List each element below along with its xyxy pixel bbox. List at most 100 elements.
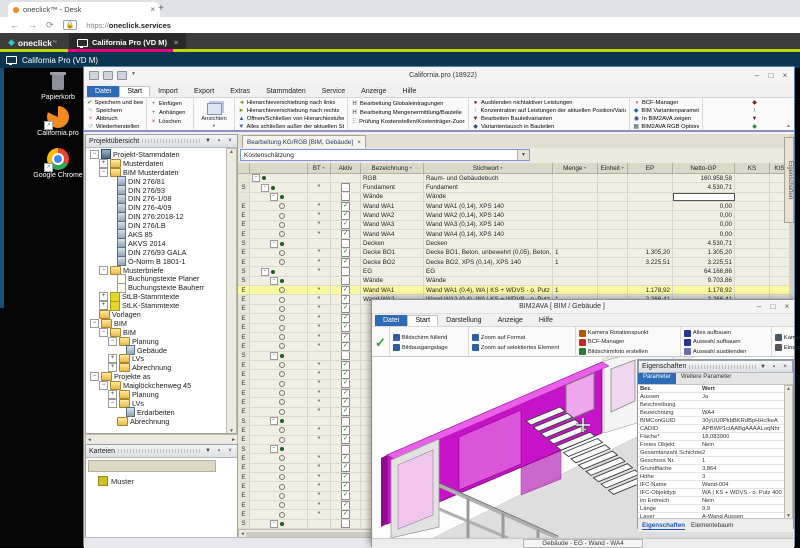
aktiv-cell[interactable]: ✓ — [331, 492, 361, 500]
bezeichnung-cell[interactable]: Wand WA2 — [361, 211, 424, 219]
new-tab-button[interactable]: + — [158, 3, 164, 14]
bezeichnung-cell[interactable]: Wand WA1 — [361, 286, 424, 294]
menge-cell[interactable] — [553, 211, 598, 219]
bim-ribbon-item[interactable]: Kamera Rotationspunkt — [579, 329, 677, 337]
table-row[interactable]: S−WändeWände9.703,86 — [238, 277, 790, 286]
tab-close-icon[interactable]: × — [150, 5, 155, 14]
tree-item[interactable]: −Planung — [88, 337, 227, 346]
tree-expander-icon[interactable]: − — [108, 337, 117, 346]
ribbon-item[interactable]: ►Hierarchieverschiebung nach rechts — [238, 108, 344, 115]
dropdown-icon[interactable]: ▼ — [759, 364, 767, 370]
aktiv-checkbox[interactable]: ✓ — [341, 370, 350, 378]
aktiv-cell[interactable] — [331, 352, 361, 360]
tree-expander-icon[interactable]: − — [99, 328, 108, 337]
bim-ribbon-item[interactable]: Auswahl ausblenden — [684, 348, 768, 356]
aktiv-checkbox[interactable]: ✓ — [341, 361, 350, 369]
bim-ribbon-tab-hilfe[interactable]: Hilfe — [531, 315, 561, 326]
ks-cell[interactable] — [735, 286, 770, 294]
kts-cell[interactable] — [770, 230, 790, 238]
column-header-EP[interactable]: EP — [628, 163, 673, 174]
ks-cell[interactable] — [735, 230, 770, 238]
aktiv-cell[interactable]: ✓ — [331, 221, 361, 229]
hierarchy-cell[interactable] — [250, 249, 308, 257]
column-header-Bezeichnung[interactable]: Bezeichnung▼ — [361, 163, 424, 174]
ribbon-tab-stammdaten[interactable]: Stammdaten — [258, 86, 314, 97]
aktiv-cell[interactable]: ✓ — [331, 389, 361, 397]
property-row[interactable]: Höhe3 — [638, 473, 786, 481]
tree-expander-icon[interactable]: + — [108, 354, 117, 363]
ep-cell[interactable] — [628, 277, 673, 285]
property-row[interactable]: Fläche*18,083900 — [638, 433, 786, 441]
hierarchy-cell[interactable] — [250, 258, 308, 266]
hierarchy-cell[interactable]: − — [250, 445, 308, 453]
tree-item[interactable]: AKS 85 — [88, 230, 227, 239]
hierarchy-cell[interactable] — [250, 380, 308, 388]
bezeichnung-cell[interactable]: Decke BO1 — [361, 249, 424, 257]
bim-ribbon-tab-datei[interactable]: Datei — [375, 315, 407, 326]
tree-item[interactable]: −BIM Musterdaten — [88, 168, 227, 177]
aktiv-cell[interactable] — [331, 174, 361, 182]
dropdown-icon[interactable]: ▼ — [204, 448, 212, 454]
netto-gp-cell[interactable]: 4.530,71 — [673, 183, 735, 191]
tree-item[interactable]: DIN 276/93 — [88, 186, 227, 195]
row-expander-icon[interactable]: − — [261, 184, 269, 192]
hierarchy-cell[interactable] — [250, 221, 308, 229]
kts-cell[interactable] — [770, 286, 790, 294]
column-header-Aktiv[interactable]: Aktiv — [331, 163, 361, 174]
menge-cell[interactable] — [553, 267, 598, 275]
bezeichnung-cell[interactable]: Fundament — [361, 183, 424, 191]
aktiv-cell[interactable]: ✓ — [331, 464, 361, 472]
bezeichnung-cell[interactable]: Wand WA3 — [361, 221, 424, 229]
ks-cell[interactable] — [735, 193, 770, 201]
tree-expander-icon[interactable]: + — [99, 292, 108, 301]
bezeichnung-cell[interactable]: Decke BO2 — [361, 258, 424, 266]
aktiv-cell[interactable] — [331, 417, 361, 425]
hierarchy-cell[interactable] — [250, 464, 308, 472]
ks-cell[interactable] — [735, 277, 770, 285]
ep-cell[interactable] — [628, 267, 673, 275]
print-icon[interactable] — [89, 71, 99, 80]
netto-gp-cell[interactable]: 0,00 — [673, 211, 735, 219]
bim-maximize-button[interactable]: □ — [766, 302, 780, 311]
tree-expander-icon[interactable]: − — [90, 150, 99, 159]
ribbon-item[interactable]: +Anhängen — [150, 109, 190, 117]
tree-expander-icon[interactable]: + — [108, 363, 117, 372]
close-icon[interactable]: × — [226, 448, 234, 454]
browser-tab[interactable]: oneclick™ - Desk × — [8, 2, 160, 17]
row-expander-icon[interactable]: − — [270, 520, 278, 528]
aktiv-checkbox[interactable]: ✓ — [341, 342, 350, 350]
tree-item[interactable]: DIN 276-4/09 — [88, 203, 227, 212]
aktiv-checkbox[interactable]: ✓ — [341, 398, 350, 406]
menge-cell[interactable]: 1 — [553, 286, 598, 294]
ribbon-item[interactable]: ×Löschen — [150, 118, 190, 126]
reload-icon[interactable]: ⟳ — [46, 20, 54, 31]
einheit-cell[interactable] — [598, 202, 628, 210]
stichwort-cell[interactable]: Wand WA2 (0,14), XPS 140 — [424, 211, 553, 219]
stichwort-cell[interactable]: EG — [424, 267, 553, 275]
print-preview-icon[interactable] — [103, 71, 113, 80]
aktiv-checkbox[interactable] — [341, 277, 350, 285]
aktiv-cell[interactable]: ✓ — [331, 510, 361, 518]
aktiv-cell[interactable]: ✓ — [331, 286, 361, 294]
aktiv-checkbox[interactable]: ✓ — [341, 380, 350, 388]
hierarchy-cell[interactable] — [250, 492, 308, 500]
hierarchy-cell[interactable] — [250, 324, 308, 332]
bezeichnung-cell[interactable]: RGB — [361, 174, 424, 182]
ks-cell[interactable] — [735, 249, 770, 257]
hierarchy-cell[interactable] — [250, 202, 308, 210]
ep-cell[interactable] — [628, 211, 673, 219]
bim-close-button[interactable]: × — [780, 302, 794, 311]
property-row[interactable]: Grundfläche3,864 — [638, 465, 786, 473]
ribbon-item[interactable]: ●Ausblenden nichtaktiver Leistungen — [472, 100, 626, 107]
hierarchy-cell[interactable]: − — [250, 520, 308, 528]
menge-cell[interactable] — [553, 230, 598, 238]
ribbon-item[interactable]: +Einfügen — [150, 100, 190, 108]
hierarchy-cell[interactable] — [250, 361, 308, 369]
desktop-icon-calpro[interactable]: ↗California.pro — [30, 106, 86, 137]
tree-item[interactable]: DIN 276/81 — [88, 177, 227, 186]
document-tab[interactable]: Bearbeitung KG/RGB [BIM, Gebäude] × — [242, 135, 366, 148]
hierarchy-cell[interactable] — [250, 454, 308, 462]
hierarchy-cell[interactable]: − — [250, 193, 308, 201]
aktiv-cell[interactable]: ✓ — [331, 333, 361, 341]
ep-cell[interactable] — [628, 193, 673, 201]
